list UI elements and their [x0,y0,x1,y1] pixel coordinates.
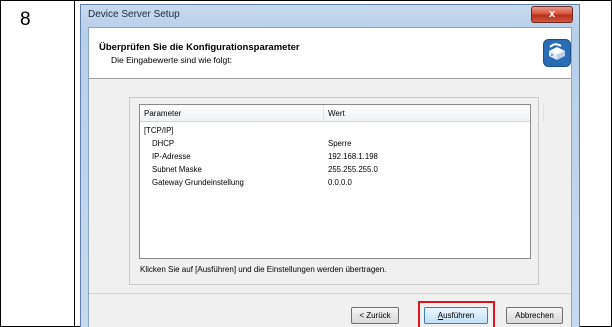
list-row[interactable]: IP-Adresse 192.168.1.198 [140,152,530,165]
param-cell: [TCP/IP] [144,126,174,135]
value-cell: 192.168.1.198 [328,152,378,161]
value-cell: 0.0.0.0 [328,178,352,187]
param-cell: IP-Adresse [152,152,191,161]
instruction-text: Klicken Sie auf [Ausführen] und die Eins… [140,265,387,274]
list-row[interactable]: Subnet Maske 255.255.255.0 [140,165,530,178]
run-button[interactable]: Ausführen [424,307,488,324]
param-cell: DHCP [152,139,175,148]
setup-dialog: Device Server Setup x Überprüfen Sie die… [80,4,580,327]
list-header: Parameter Wert [140,105,544,122]
footer-divider [89,293,571,294]
step-number: 8 [20,9,31,30]
page-subtitle: Die Eingabewerte sind wie folgt: [111,55,232,65]
value-cell: Sperre [328,139,352,148]
cancel-button[interactable]: Abbrechen [506,307,563,324]
value-cell: 255.255.255.0 [328,165,378,174]
dialog-client-area: Überprüfen Sie die Konfigurationsparamet… [88,27,572,327]
param-cell: Subnet Maske [152,165,202,174]
network-device-icon [543,39,571,67]
back-button[interactable]: < Zurück [351,307,399,324]
column-header-parameter[interactable]: Parameter [140,105,324,122]
title-bar[interactable]: Device Server Setup x [81,5,579,27]
close-icon: x [548,8,556,20]
page-title: Überprüfen Sie die Konfigurationsparamet… [99,42,300,53]
wizard-header: Überprüfen Sie die Konfigurationsparamet… [89,28,571,79]
close-button[interactable]: x [531,6,573,23]
param-cell: Gateway Grundeinstellung [152,178,244,187]
list-row[interactable]: Gateway Grundeinstellung 0.0.0.0 [140,178,530,191]
parameter-list[interactable]: Parameter Wert [TCP/IP] DHCP Sperre IP-A… [139,104,544,259]
parameter-group: Parameter Wert [TCP/IP] DHCP Sperre IP-A… [129,97,544,285]
list-row[interactable]: DHCP Sperre [140,139,530,152]
table-column-divider [74,0,75,327]
list-row[interactable]: [TCP/IP] [140,126,530,139]
column-header-value[interactable]: Wert [324,105,544,122]
window-title: Device Server Setup [88,9,180,20]
